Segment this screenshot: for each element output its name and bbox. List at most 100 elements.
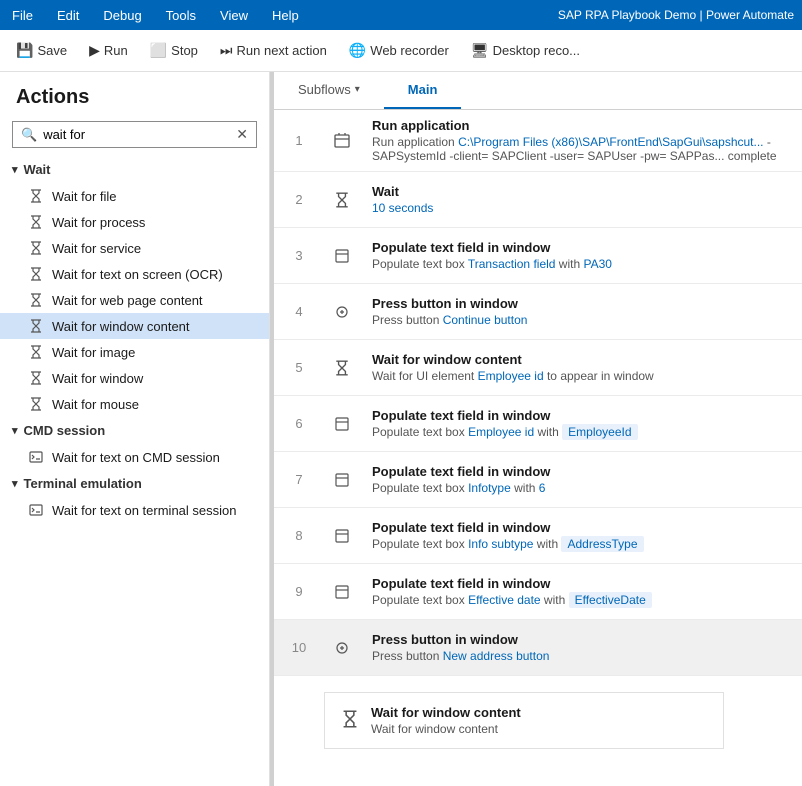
hourglass-icon bbox=[28, 370, 44, 386]
step-title: Populate text field in window bbox=[372, 240, 790, 255]
step-number: 5 bbox=[274, 340, 324, 395]
tab-main[interactable]: Main bbox=[384, 72, 462, 109]
category-wait[interactable]: ▾ Wait bbox=[0, 156, 269, 183]
mini-card-icon bbox=[341, 710, 359, 731]
menu-debug[interactable]: Debug bbox=[99, 8, 145, 23]
save-label: Save bbox=[37, 43, 67, 58]
run-next-label: Run next action bbox=[237, 43, 327, 58]
step-content: Populate text field in window Populate t… bbox=[360, 228, 802, 283]
action-wait-for-window[interactable]: Wait for window bbox=[0, 365, 269, 391]
desktop-recorder-icon: 🖥 bbox=[471, 42, 489, 59]
hourglass-icon bbox=[28, 344, 44, 360]
category-cmd[interactable]: ▾ CMD session bbox=[0, 417, 269, 444]
step-icon bbox=[324, 228, 360, 283]
step-icon bbox=[324, 452, 360, 507]
action-wait-for-window-content[interactable]: Wait for window content bbox=[0, 313, 269, 339]
action-wait-for-process-label: Wait for process bbox=[52, 215, 145, 230]
step-desc: Populate text box Info subtype with Addr… bbox=[372, 537, 790, 551]
action-wait-for-window-label: Wait for window bbox=[52, 371, 143, 386]
sidebar-title: Actions bbox=[0, 72, 269, 117]
action-wait-for-text-terminal[interactable]: Wait for text on terminal session bbox=[0, 497, 269, 523]
step-desc: Populate text box Effective date with Ef… bbox=[372, 593, 790, 607]
category-cmd-label: CMD session bbox=[24, 423, 106, 438]
step-number: 6 bbox=[274, 396, 324, 451]
table-row: 5 Wait for window content Wait for UI el… bbox=[274, 340, 802, 396]
search-input[interactable] bbox=[43, 127, 230, 142]
stop-icon: ⬜ bbox=[150, 42, 167, 59]
step-title: Populate text field in window bbox=[372, 576, 790, 591]
action-wait-for-mouse[interactable]: Wait for mouse bbox=[0, 391, 269, 417]
menu-view[interactable]: View bbox=[216, 8, 252, 23]
action-wait-for-file[interactable]: Wait for file bbox=[0, 183, 269, 209]
step-desc: Press button New address button bbox=[372, 649, 790, 663]
desktop-recorder-button[interactable]: 🖥 Desktop reco... bbox=[463, 38, 588, 63]
step-content: Populate text field in window Populate t… bbox=[360, 564, 802, 619]
action-wait-for-text-cmd[interactable]: Wait for text on CMD session bbox=[0, 444, 269, 470]
step-title: Populate text field in window bbox=[372, 408, 790, 423]
menu-file[interactable]: File bbox=[8, 8, 37, 23]
step-desc: Press button Continue button bbox=[372, 313, 790, 327]
tab-subflows-label: Subflows bbox=[298, 82, 351, 97]
menu-tools[interactable]: Tools bbox=[162, 8, 200, 23]
steps-list: 1 Run application Run application C:\Pro… bbox=[274, 110, 802, 786]
run-next-action-button[interactable]: ⏭ Run next action bbox=[212, 38, 335, 63]
step-content: Populate text field in window Populate t… bbox=[360, 452, 802, 507]
step-desc: Run application C:\Program Files (x86)\S… bbox=[372, 135, 790, 163]
hourglass-icon bbox=[28, 240, 44, 256]
step-icon bbox=[324, 508, 360, 563]
step-icon bbox=[324, 340, 360, 395]
step-content: Press button in window Press button New … bbox=[360, 620, 802, 675]
action-wait-for-text-ocr-label: Wait for text on screen (OCR) bbox=[52, 267, 223, 282]
action-wait-for-service[interactable]: Wait for service bbox=[0, 235, 269, 261]
category-expand-icon: ▾ bbox=[12, 163, 18, 176]
step-icon bbox=[324, 396, 360, 451]
category-terminal[interactable]: ▾ Terminal emulation bbox=[0, 470, 269, 497]
action-wait-for-web-page-label: Wait for web page content bbox=[52, 293, 203, 308]
hourglass-icon bbox=[28, 266, 44, 282]
step-number: 1 bbox=[274, 110, 324, 171]
step-icon bbox=[324, 172, 360, 227]
toolbar: 💾 Save ▶ Run ⬜ Stop ⏭ Run next action 🌐 … bbox=[0, 30, 802, 72]
table-row: 8 Populate text field in window Populate… bbox=[274, 508, 802, 564]
menu-help[interactable]: Help bbox=[268, 8, 303, 23]
run-button[interactable]: ▶ Run bbox=[81, 38, 136, 63]
save-button[interactable]: 💾 Save bbox=[8, 38, 75, 63]
cmd-icon bbox=[28, 449, 44, 465]
step-icon bbox=[324, 284, 360, 339]
action-wait-for-mouse-label: Wait for mouse bbox=[52, 397, 139, 412]
step-number: 2 bbox=[274, 172, 324, 227]
action-wait-for-service-label: Wait for service bbox=[52, 241, 141, 256]
title-bar: File Edit Debug Tools View Help SAP RPA … bbox=[0, 0, 802, 30]
table-row: 10 Press button in window Press button N… bbox=[274, 620, 802, 676]
web-recorder-button[interactable]: 🌐 Web recorder bbox=[341, 38, 457, 63]
hourglass-icon bbox=[28, 318, 44, 334]
action-wait-for-text-ocr[interactable]: Wait for text on screen (OCR) bbox=[0, 261, 269, 287]
hourglass-icon bbox=[28, 292, 44, 308]
save-icon: 💾 bbox=[16, 42, 33, 59]
step-number: 7 bbox=[274, 452, 324, 507]
sidebar-content: ▾ Wait Wait for file Wait for process bbox=[0, 156, 269, 786]
action-wait-for-process[interactable]: Wait for process bbox=[0, 209, 269, 235]
step-content: Run application Run application C:\Progr… bbox=[360, 110, 802, 171]
stop-button[interactable]: ⬜ Stop bbox=[142, 38, 206, 63]
action-wait-for-web-page[interactable]: Wait for web page content bbox=[0, 287, 269, 313]
step-number: 8 bbox=[274, 508, 324, 563]
web-recorder-icon: 🌐 bbox=[349, 42, 366, 59]
action-wait-for-text-cmd-label: Wait for text on CMD session bbox=[52, 450, 220, 465]
search-box: 🔍 ✕ bbox=[12, 121, 257, 148]
category-cmd-expand-icon: ▾ bbox=[12, 424, 18, 437]
table-row: 3 Populate text field in window Populate… bbox=[274, 228, 802, 284]
mini-card: Wait for window content Wait for window … bbox=[324, 692, 724, 749]
step-title: Populate text field in window bbox=[372, 520, 790, 535]
web-recorder-label: Web recorder bbox=[370, 43, 449, 58]
table-row: 1 Run application Run application C:\Pro… bbox=[274, 110, 802, 172]
action-wait-for-image[interactable]: Wait for image bbox=[0, 339, 269, 365]
step-number: 10 bbox=[274, 620, 324, 675]
search-icon: 🔍 bbox=[21, 127, 37, 143]
tab-main-label: Main bbox=[408, 82, 438, 97]
clear-icon[interactable]: ✕ bbox=[236, 126, 248, 143]
step-number: 4 bbox=[274, 284, 324, 339]
tab-subflows[interactable]: Subflows ▾ bbox=[274, 72, 384, 109]
mini-card-content: Wait for window content Wait for window … bbox=[371, 705, 521, 736]
menu-edit[interactable]: Edit bbox=[53, 8, 83, 23]
